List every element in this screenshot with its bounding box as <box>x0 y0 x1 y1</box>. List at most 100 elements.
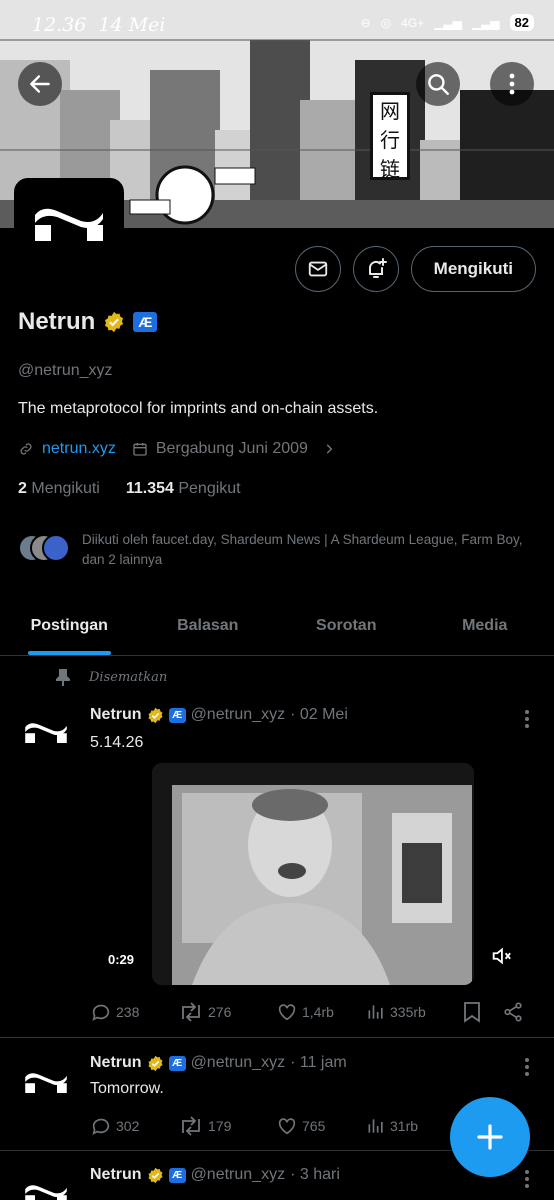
views-icon <box>368 1005 383 1019</box>
post-text: Tomorrow. <box>90 1080 164 1097</box>
post-avatar[interactable] <box>20 1062 72 1102</box>
post-author-handle: @netrun_xyz <box>190 706 286 723</box>
netrun-logo-icon <box>25 723 67 743</box>
follower-avatars <box>18 530 70 564</box>
calendar-icon <box>133 443 147 456</box>
notifications-button[interactable] <box>352 246 399 292</box>
netrun-logo-icon <box>25 1185 67 1200</box>
profile-tabs: Postingan Balasan Sorotan Media <box>0 596 554 656</box>
pinned-label: Disematkan <box>55 668 167 686</box>
post-author-name[interactable]: Netrun <box>90 1054 142 1072</box>
post-time: · 02 Mei <box>290 706 348 723</box>
message-button[interactable] <box>294 246 341 292</box>
repost-button[interactable]: 179 <box>178 1115 276 1137</box>
views-button[interactable]: 31rb <box>366 1116 462 1136</box>
compose-post-button[interactable] <box>450 1097 530 1177</box>
tab-posts[interactable]: Postingan <box>0 596 139 655</box>
search-button[interactable] <box>416 62 460 106</box>
reply-button[interactable]: 302 <box>90 1115 178 1137</box>
website-link[interactable]: netrun.xyz <box>42 440 116 458</box>
hotspot-icon: ◎ <box>380 15 392 30</box>
post-more-button[interactable] <box>524 710 530 728</box>
profile-meta: netrun.xyz Bergabung Juni 2009 <box>18 440 336 458</box>
heart-icon <box>278 1004 296 1021</box>
view-count: 335rb <box>390 1004 426 1020</box>
tab-replies[interactable]: Balasan <box>139 596 278 655</box>
like-count: 765 <box>302 1118 326 1134</box>
share-icon[interactable] <box>502 1001 524 1023</box>
tab-highlights[interactable]: Sorotan <box>277 596 416 655</box>
mail-icon <box>308 261 327 277</box>
video-thumbnail <box>152 763 474 985</box>
bell-plus-icon <box>368 258 387 278</box>
back-button[interactable] <box>18 62 62 106</box>
pin-icon <box>56 669 70 686</box>
plus-icon <box>477 1124 503 1150</box>
verified-badge-icon[interactable] <box>103 311 125 333</box>
post-time: · 3 hari <box>290 1166 340 1183</box>
netrun-logo-icon <box>25 1073 67 1093</box>
affiliate-badge[interactable]: Æ <box>133 312 158 332</box>
post-video[interactable] <box>152 763 474 985</box>
reply-button[interactable]: 238 <box>90 1001 178 1023</box>
verified-badge-icon <box>148 1055 163 1071</box>
profile-avatar[interactable] <box>14 178 124 268</box>
reply-icon <box>92 1004 110 1021</box>
banner-sign: 网 行 链 <box>370 92 410 181</box>
heart-icon <box>278 1118 296 1135</box>
verified-badge-icon <box>148 707 163 723</box>
like-button[interactable]: 1,4rb <box>276 1001 366 1023</box>
reply-count: 302 <box>116 1118 140 1134</box>
profile-actions: Mengikuti <box>294 246 536 292</box>
followers-stat[interactable]: 11.354 Pengikut <box>126 480 241 498</box>
link-icon <box>20 443 32 455</box>
post-author-name[interactable]: Netrun <box>90 706 142 724</box>
post-divider <box>0 1037 554 1038</box>
status-time: 12.36 14 Mei <box>32 14 166 36</box>
avatar <box>42 534 70 562</box>
view-count: 31rb <box>390 1118 419 1134</box>
battery-indicator: 82 <box>509 14 534 31</box>
netrun-logo-icon <box>35 208 103 241</box>
post-text: 5.14.26 <box>90 734 144 751</box>
status-icons: ⊖ ◎ 4G+ ▁▃▅ ▁▃▅ 82 <box>361 14 534 31</box>
post-author-handle: @netrun_xyz <box>190 1054 286 1071</box>
post-avatar[interactable] <box>20 712 72 752</box>
dnd-icon: ⊖ <box>360 15 371 30</box>
repost-count: 276 <box>208 1004 232 1020</box>
arrow-left-icon <box>30 75 50 93</box>
repost-button[interactable]: 276 <box>178 1001 276 1023</box>
post-more-button[interactable] <box>524 1058 530 1076</box>
post-actions: 238 276 1,4rb 335rb <box>90 1001 534 1023</box>
followed-by[interactable]: Diikuti oleh faucet.day, Shardeum News |… <box>18 530 538 570</box>
post-more-button[interactable] <box>524 1170 530 1188</box>
views-button[interactable]: 335rb <box>366 1002 462 1022</box>
signal-icon: ▁▃▅ <box>434 15 462 30</box>
post-avatar[interactable] <box>20 1174 72 1200</box>
tab-media[interactable]: Media <box>416 596 554 655</box>
post-author-name[interactable]: Netrun <box>90 1166 142 1184</box>
signal-icon-2: ▁▃▅ <box>471 15 500 30</box>
kebab-menu-icon <box>509 73 515 95</box>
mute-icon[interactable] <box>490 945 512 967</box>
verified-badge-icon <box>148 1167 163 1183</box>
followed-by-text: Diikuti oleh faucet.day, Shardeum News |… <box>82 532 523 567</box>
affiliate-badge: Æ <box>168 1055 186 1071</box>
bookmark-icon[interactable] <box>462 1001 482 1023</box>
like-count: 1,4rb <box>302 1004 334 1020</box>
reply-icon <box>92 1118 110 1135</box>
video-duration: 0:29 <box>108 952 135 967</box>
more-options-button[interactable] <box>490 62 534 106</box>
reply-count: 238 <box>116 1004 140 1020</box>
like-button[interactable]: 765 <box>276 1115 366 1137</box>
search-icon <box>428 74 449 95</box>
chevron-right-icon[interactable] <box>322 442 336 456</box>
following-stat[interactable]: 2 Mengikuti <box>18 480 100 498</box>
following-button[interactable]: Mengikuti <box>410 246 536 292</box>
profile-handle: @netrun_xyz <box>18 362 113 379</box>
profile-name-row: Netrun Æ <box>18 308 158 336</box>
post-header: Netrun Æ @netrun_xyz · 3 hari <box>90 1166 340 1184</box>
post-header: Netrun Æ @netrun_xyz · 02 Mei <box>90 706 348 724</box>
repost-count: 179 <box>208 1118 232 1134</box>
profile-bio: The metaprotocol for imprints and on-cha… <box>18 400 379 417</box>
